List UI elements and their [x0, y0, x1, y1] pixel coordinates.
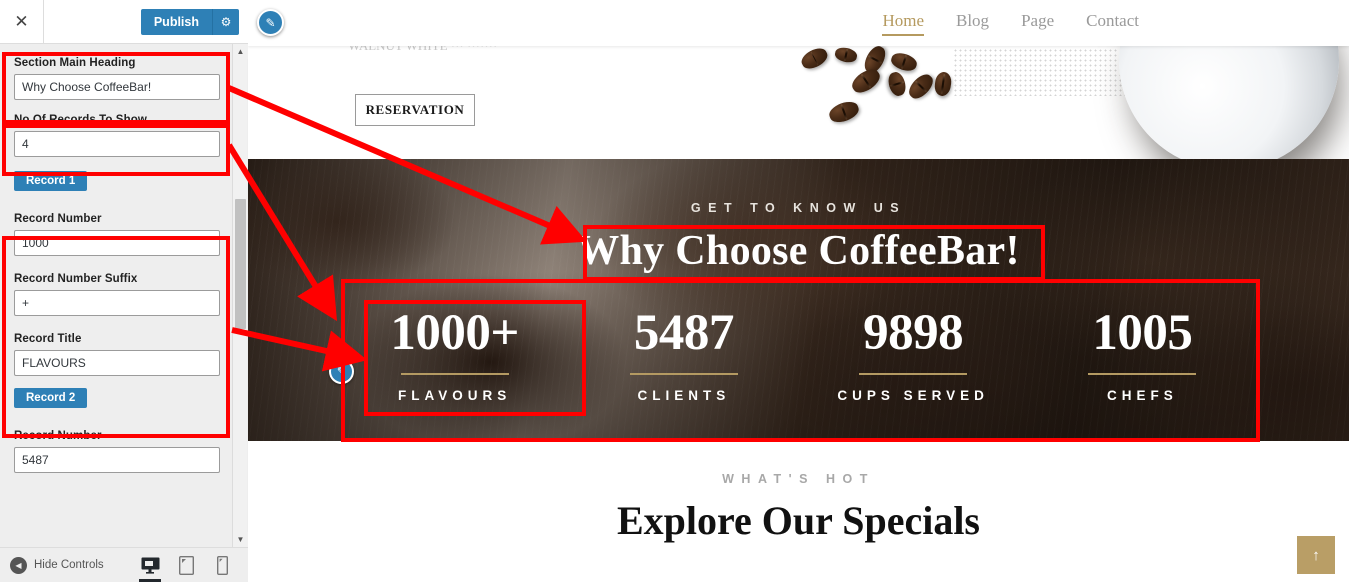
record-2-chip-row: Record 2 [14, 388, 218, 408]
hide-controls-button[interactable]: ◀ Hide Controls [0, 556, 104, 574]
field-record-number-suffix-1: Record Number Suffix [14, 273, 220, 316]
edit-pencil-icon-nav[interactable]: ✎ [257, 9, 284, 36]
counter-number: 1005 [1092, 305, 1193, 361]
field-section-main-heading: Section Main Heading [14, 44, 220, 100]
nav-item-blog[interactable]: Blog [956, 11, 989, 36]
field-label: Section Main Heading [14, 57, 136, 69]
screen: ✕ Publish ⚙ Section Main Heading No Of R… [0, 0, 1349, 582]
site-preview: ✎ Home Blog Page Contact WALNUT WHITE ··… [248, 0, 1349, 582]
counter-number: 1000+ [390, 305, 519, 361]
publish-group: Publish ⚙ [140, 8, 239, 35]
hero-section: WALNUT WHITE ··· ······· RESERVATION [248, 46, 1349, 159]
customizer-scroll-area: Section Main Heading No Of Records To Sh… [0, 44, 248, 547]
record-number-input-1[interactable] [14, 230, 220, 256]
specials-kicker: WHAT'S HOT [722, 472, 875, 486]
nav-item-home[interactable]: Home [882, 11, 924, 36]
field-record-title-1: Record Title [14, 333, 220, 376]
bean-icon [833, 46, 859, 65]
bean-icon [933, 71, 953, 97]
record-2-chip[interactable]: Record 2 [14, 388, 88, 408]
record-number-input-2[interactable] [14, 447, 220, 473]
counter-divider [629, 372, 738, 375]
scroll-to-top-icon[interactable]: ↑ [1297, 536, 1335, 574]
gear-icon[interactable]: ⚙ [212, 8, 239, 35]
customizer-footer: ◀ Hide Controls [0, 547, 248, 582]
counter-number: 5487 [633, 305, 735, 361]
logo-slot: ✎ [248, 0, 308, 46]
field-no-of-records: No Of Records To Show [14, 114, 220, 157]
field-record-number-1: Record Number [14, 213, 220, 256]
section-title: Why Choose CoffeeBar! [577, 228, 1020, 274]
bean-icon [905, 70, 937, 103]
publish-button[interactable]: Publish [140, 8, 212, 35]
record-1-chip[interactable]: Record 1 [14, 171, 88, 191]
sidebar-scrollbar[interactable]: ▲ ▼ [232, 44, 248, 547]
bean-icon [826, 98, 862, 126]
field-label: Record Number [14, 213, 102, 225]
counter-number: 9898 [863, 305, 964, 361]
bean-icon [889, 50, 919, 74]
coffee-saucer-image [1119, 46, 1339, 159]
customizer-fields: Section Main Heading No Of Records To Sh… [0, 44, 232, 487]
site-nav-menu: Home Blog Page Contact [882, 11, 1349, 36]
customizer-sidebar: ✕ Publish ⚙ Section Main Heading No Of R… [0, 0, 248, 582]
chevron-left-icon: ◀ [10, 556, 27, 574]
field-label: No Of Records To Show [14, 114, 147, 126]
no-of-records-input[interactable] [14, 131, 220, 157]
field-label: Record Number [14, 430, 102, 442]
counter-title: CUPS SERVED [837, 387, 989, 403]
device-preview-switcher [138, 548, 248, 582]
edit-pencil-icon-section[interactable]: ✎ [329, 359, 354, 384]
site-navbar: ✎ Home Blog Page Contact [248, 0, 1349, 46]
counter-item: 1005 CHEFS [1028, 305, 1257, 403]
scroll-up-icon[interactable]: ▲ [233, 44, 248, 59]
field-record-number-2: Record Number [14, 430, 220, 473]
counters-section: ✎ GET TO KNOW US Why Choose CoffeeBar! 1… [248, 159, 1349, 441]
counter-title: FLAVOURS [398, 387, 512, 403]
field-label: Record Number Suffix [14, 273, 138, 285]
scroll-down-icon[interactable]: ▼ [233, 532, 248, 547]
specials-title: Explore Our Specials [616, 498, 980, 543]
record-title-input-1[interactable] [14, 350, 220, 376]
counters-content: GET TO KNOW US Why Choose CoffeeBar! 100… [248, 159, 1349, 403]
specials-section: WHAT'S HOT Explore Our Specials ↑ [248, 441, 1349, 582]
reservation-button[interactable]: RESERVATION [355, 94, 475, 126]
record-1-chip-row: Record 1 [14, 171, 218, 191]
counter-item: 9898 CUPS SERVED [799, 305, 1028, 403]
device-tablet-icon[interactable] [174, 548, 198, 582]
nav-item-contact[interactable]: Contact [1086, 11, 1139, 36]
customizer-header: ✕ Publish ⚙ [0, 0, 248, 44]
hide-controls-label: Hide Controls [34, 559, 104, 571]
counter-divider [859, 372, 968, 375]
section-main-heading-input[interactable] [14, 74, 220, 100]
counter-title: CHEFS [1106, 387, 1178, 403]
counter-item: 1000+ FLAVOURS [340, 305, 569, 403]
counter-divider [400, 372, 509, 375]
nav-item-page[interactable]: Page [1021, 11, 1054, 36]
device-desktop-icon[interactable] [138, 548, 162, 582]
bean-icon [798, 46, 831, 73]
section-kicker: GET TO KNOW US [690, 201, 907, 215]
record-number-suffix-input-1[interactable] [14, 290, 220, 316]
counter-title: CLIENTS [637, 387, 731, 403]
device-mobile-icon[interactable] [210, 548, 234, 582]
coffee-beans-artwork [789, 46, 1349, 159]
close-icon[interactable]: ✕ [0, 0, 44, 43]
scrollbar-thumb[interactable] [235, 199, 246, 329]
counter-list: 1000+ FLAVOURS 5487 CLIENTS 9898 CUPS SE… [248, 305, 1349, 403]
counter-divider [1088, 372, 1197, 375]
bean-icon [886, 70, 908, 98]
bean-icon [848, 65, 884, 97]
hero-cut-text: WALNUT WHITE ··· ······· [348, 46, 497, 52]
counter-item: 5487 CLIENTS [569, 305, 798, 403]
field-label: Record Title [14, 333, 82, 345]
